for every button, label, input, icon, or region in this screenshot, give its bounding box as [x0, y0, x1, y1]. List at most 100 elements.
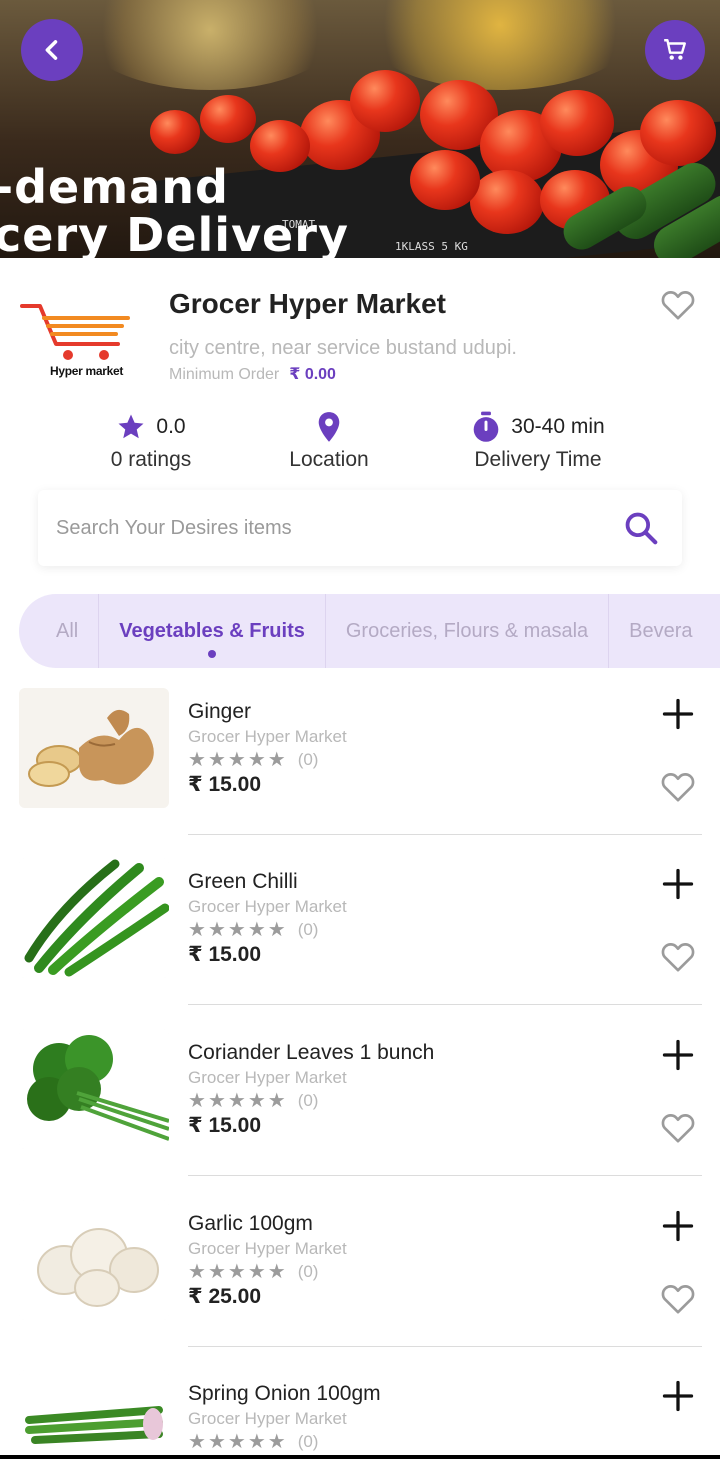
product-rating: ★ ★ ★ ★ ★ (0)	[188, 1432, 318, 1452]
tab-beverages[interactable]: Bevera	[609, 594, 712, 668]
star-icon: ★	[188, 1261, 206, 1283]
product-price: ₹ 15.00	[188, 773, 261, 796]
star-icon: ★	[188, 1431, 206, 1453]
product-item[interactable]: Ginger Grocer Hyper Market ★ ★ ★ ★ ★ (0) ₹ 1…	[0, 688, 720, 858]
product-store: Grocer Hyper Market	[188, 727, 347, 746]
add-to-cart-icon[interactable]	[660, 1208, 696, 1244]
product-name: Green Chilli	[188, 870, 298, 893]
product-name: Coriander Leaves 1 bunch	[188, 1041, 435, 1064]
rating-label: 0 ratings	[110, 448, 192, 471]
search-bar	[38, 490, 682, 566]
banner-line-2: cery Delivery	[0, 208, 349, 258]
tab-groceries-flours-masala[interactable]: Groceries, Flours & masala	[326, 594, 610, 668]
category-tabs: All Vegetables & Fruits Groceries, Flour…	[19, 594, 720, 668]
favorite-icon[interactable]	[658, 1278, 698, 1318]
tab-label: Vegetables & Fruits	[119, 619, 305, 642]
star-icon: ★	[227, 1431, 246, 1453]
product-rating: ★ ★ ★ ★ ★ (0)	[188, 1091, 318, 1111]
star-icon: ★	[267, 1090, 286, 1112]
rating-value: 0.0	[156, 415, 186, 438]
delivery-time-value: 30-40 min	[511, 415, 605, 438]
search-input[interactable]	[56, 490, 616, 566]
logo-text: Hyper market	[50, 364, 124, 378]
favorite-icon[interactable]	[658, 766, 698, 806]
tab-label: All	[56, 619, 79, 642]
tab-label: Groceries, Flours & masala	[345, 619, 589, 642]
location-label: Location	[289, 448, 369, 471]
product-item[interactable]: Garlic 100gm Grocer Hyper Market ★ ★ ★ ★ ★ (…	[0, 1200, 720, 1370]
star-icon: ★	[188, 1090, 206, 1112]
banner-line-1: -demand	[0, 160, 229, 214]
divider	[188, 1346, 702, 1347]
cart-button[interactable]	[645, 20, 705, 80]
rating-count: (0)	[297, 1262, 319, 1281]
crate-label: 1KLASS 5 KG	[395, 240, 468, 253]
star-icon	[118, 414, 144, 439]
min-order-label: Minimum Order	[169, 366, 280, 383]
rating-count: (0)	[297, 750, 319, 769]
divider	[188, 1175, 702, 1176]
product-price: ₹ 15.00	[188, 1114, 261, 1137]
favorite-icon[interactable]	[658, 936, 698, 976]
star-icon: ★	[267, 919, 286, 941]
divider	[188, 834, 702, 835]
star-icon: ★	[247, 919, 266, 941]
star-icon: ★	[267, 1431, 286, 1453]
star-icon: ★	[247, 749, 266, 771]
star-icon: ★	[227, 919, 246, 941]
delivery-time-label: Delivery Time	[474, 448, 602, 471]
star-icon: ★	[227, 749, 246, 771]
tab-all[interactable]: All	[19, 594, 100, 668]
store-name: Grocer Hyper Market	[169, 288, 447, 319]
product-store: Grocer Hyper Market	[188, 1068, 347, 1087]
delivery-time-stat: 30-40 min Delivery Time	[458, 410, 618, 472]
star-icon: ★	[207, 1261, 226, 1283]
product-store: Grocer Hyper Market	[188, 897, 347, 916]
star-icon: ★	[207, 919, 226, 941]
star-icon: ★	[188, 919, 206, 941]
add-to-cart-icon[interactable]	[660, 1037, 696, 1073]
add-to-cart-icon[interactable]	[660, 866, 696, 902]
location-stat[interactable]: Location	[270, 410, 388, 472]
product-item[interactable]: Coriander Leaves 1 bunch Grocer Hyper Ma…	[0, 1029, 720, 1199]
add-to-cart-icon[interactable]	[660, 696, 696, 732]
store-logo: Hyper market	[18, 300, 134, 380]
product-store: Grocer Hyper Market	[188, 1239, 347, 1258]
product-price: ₹ 15.00	[188, 943, 261, 966]
back-button[interactable]	[21, 19, 83, 81]
product-name: Spring Onion 100gm	[188, 1382, 381, 1405]
product-item[interactable]: Green Chilli Grocer Hyper Market ★ ★ ★ ★ ★ (…	[0, 858, 720, 1028]
tab-vegetables-fruits[interactable]: Vegetables & Fruits	[99, 594, 326, 668]
location-pin-icon	[318, 412, 340, 442]
star-icon: ★	[207, 749, 226, 771]
star-icon: ★	[227, 1090, 246, 1112]
tab-label: Bevera	[629, 619, 693, 642]
product-name: Garlic 100gm	[188, 1212, 313, 1235]
product-image-green-chilli	[19, 858, 169, 978]
stopwatch-icon	[473, 411, 499, 442]
chevron-left-icon	[45, 40, 58, 60]
add-to-cart-icon[interactable]	[660, 1378, 696, 1414]
favorite-store-icon[interactable]	[658, 284, 698, 324]
product-image-coriander	[19, 1029, 169, 1149]
rating-count: (0)	[297, 920, 319, 939]
product-store: Grocer Hyper Market	[188, 1409, 347, 1428]
search-icon[interactable]	[622, 509, 660, 547]
rating-count: (0)	[297, 1432, 319, 1451]
banner-text: -demand cery Delivery	[0, 160, 349, 258]
divider	[188, 1004, 702, 1005]
favorite-icon[interactable]	[658, 1107, 698, 1147]
min-order-value: ₹ 0.00	[289, 366, 336, 383]
star-icon: ★	[267, 749, 286, 771]
product-item[interactable]: Spring Onion 100gm Grocer Hyper Market ★…	[0, 1370, 720, 1459]
hero-banner: TOMAT 1KLASS 5 KG -demand cery Delivery	[0, 0, 720, 258]
product-image-ginger	[19, 688, 169, 808]
star-icon: ★	[267, 1261, 286, 1283]
star-icon: ★	[207, 1090, 226, 1112]
product-price: ₹ 25.00	[188, 1285, 261, 1308]
rating-stat: 0.0 0 ratings	[96, 410, 206, 472]
star-icon: ★	[207, 1431, 226, 1453]
minimum-order: Minimum Order ₹ 0.00	[169, 364, 336, 384]
product-image-spring-onion	[19, 1370, 169, 1459]
star-icon: ★	[247, 1261, 266, 1283]
